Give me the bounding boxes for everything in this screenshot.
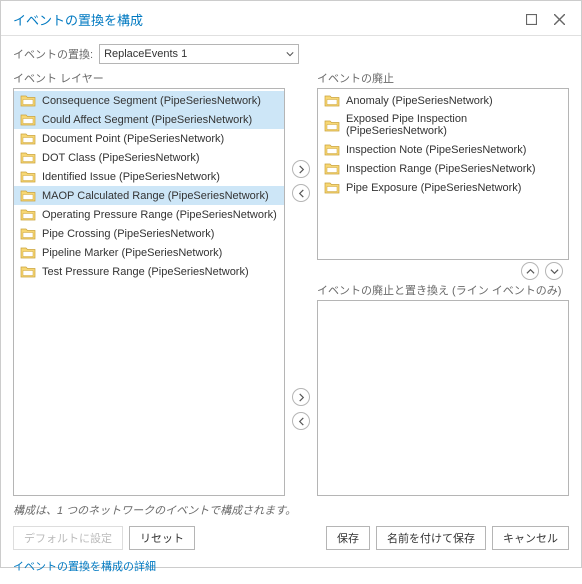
list-item-label: Consequence Segment (PipeSeriesNetwork) [42,95,261,107]
cancel-button[interactable]: キャンセル [492,526,569,550]
list-item-label: Document Point (PipeSeriesNetwork) [42,133,224,145]
details-link[interactable]: イベントの置換を構成の詳細 [13,558,569,574]
folder-icon [324,162,340,175]
list-item[interactable]: Could Affect Segment (PipeSeriesNetwork) [14,110,284,129]
replacement-dropdown[interactable]: ReplaceEvents 1 [99,44,299,64]
replacement-value: ReplaceEvents 1 [104,48,187,60]
list-item[interactable]: Identified Issue (PipeSeriesNetwork) [14,167,284,186]
list-item-label: Pipe Crossing (PipeSeriesNetwork) [42,228,214,240]
event-layers-list[interactable]: Consequence Segment (PipeSeriesNetwork) C… [13,88,285,496]
retire-replace-label: イベントの廃止と置き換え (ライン イベントのみ) [317,282,569,298]
chevron-down-icon [286,50,294,58]
list-item[interactable]: Operating Pressure Range (PipeSeriesNetw… [14,205,284,224]
list-item-label: DOT Class (PipeSeriesNetwork) [42,152,200,164]
close-button[interactable] [545,9,573,29]
list-item[interactable]: MAOP Calculated Range (PipeSeriesNetwork… [14,186,284,205]
list-item[interactable]: Consequence Segment (PipeSeriesNetwork) [14,91,284,110]
folder-icon [20,170,36,183]
folder-icon [20,265,36,278]
list-item[interactable]: Exposed Pipe Inspection (PipeSeriesNetwo… [318,110,568,140]
list-item[interactable]: Inspection Range (PipeSeriesNetwork) [318,159,568,178]
move-up-button[interactable] [521,262,539,280]
list-item-label: MAOP Calculated Range (PipeSeriesNetwork… [42,190,269,202]
list-item[interactable]: Pipeline Marker (PipeSeriesNetwork) [14,243,284,262]
list-item[interactable]: Pipe Exposure (PipeSeriesNetwork) [318,178,568,197]
folder-icon [324,181,340,194]
list-item-label: Pipeline Marker (PipeSeriesNetwork) [42,247,222,259]
list-item[interactable]: Inspection Note (PipeSeriesNetwork) [318,140,568,159]
list-item[interactable]: DOT Class (PipeSeriesNetwork) [14,148,284,167]
folder-icon [20,132,36,145]
move-right2-button[interactable] [292,388,310,406]
list-item-label: Anomaly (PipeSeriesNetwork) [346,95,493,107]
maximize-icon [526,14,537,25]
footer-note: 構成は、1 つのネットワークのイベントで構成されます。 [13,502,569,518]
list-item-label: Inspection Note (PipeSeriesNetwork) [346,144,526,156]
close-icon [554,14,565,25]
default-button: デフォルトに設定 [13,526,123,550]
replacement-label: イベントの置換: [13,46,93,62]
list-item-label: Identified Issue (PipeSeriesNetwork) [42,171,220,183]
move-down-button[interactable] [545,262,563,280]
reset-button[interactable]: リセット [129,526,195,550]
retire-label: イベントの廃止 [317,70,569,86]
folder-icon [20,189,36,202]
maximize-button[interactable] [517,9,545,29]
folder-icon [324,119,340,132]
list-item-label: Operating Pressure Range (PipeSeriesNetw… [42,209,277,221]
save-button[interactable]: 保存 [326,526,370,550]
folder-icon [20,113,36,126]
move-left-button[interactable] [292,184,310,202]
save-as-button[interactable]: 名前を付けて保存 [376,526,486,550]
list-item-label: Could Affect Segment (PipeSeriesNetwork) [42,114,252,126]
folder-icon [20,246,36,259]
window-title: イベントの置換を構成 [13,10,517,29]
list-item[interactable]: Document Point (PipeSeriesNetwork) [14,129,284,148]
folder-icon [20,227,36,240]
folder-icon [20,94,36,107]
list-item[interactable]: Test Pressure Range (PipeSeriesNetwork) [14,262,284,281]
list-item[interactable]: Anomaly (PipeSeriesNetwork) [318,91,568,110]
folder-icon [324,94,340,107]
retire-replace-list[interactable] [317,300,569,496]
list-item-label: Pipe Exposure (PipeSeriesNetwork) [346,182,521,194]
folder-icon [20,208,36,221]
list-item-label: Inspection Range (PipeSeriesNetwork) [346,163,536,175]
list-item[interactable]: Pipe Crossing (PipeSeriesNetwork) [14,224,284,243]
list-item-label: Exposed Pipe Inspection (PipeSeriesNetwo… [346,113,562,137]
retire-list[interactable]: Anomaly (PipeSeriesNetwork) Exposed Pipe … [317,88,569,260]
move-left2-button[interactable] [292,412,310,430]
list-item-label: Test Pressure Range (PipeSeriesNetwork) [42,266,249,278]
event-layers-label: イベント レイヤー [13,70,285,86]
folder-icon [324,143,340,156]
folder-icon [20,151,36,164]
move-right-button[interactable] [292,160,310,178]
